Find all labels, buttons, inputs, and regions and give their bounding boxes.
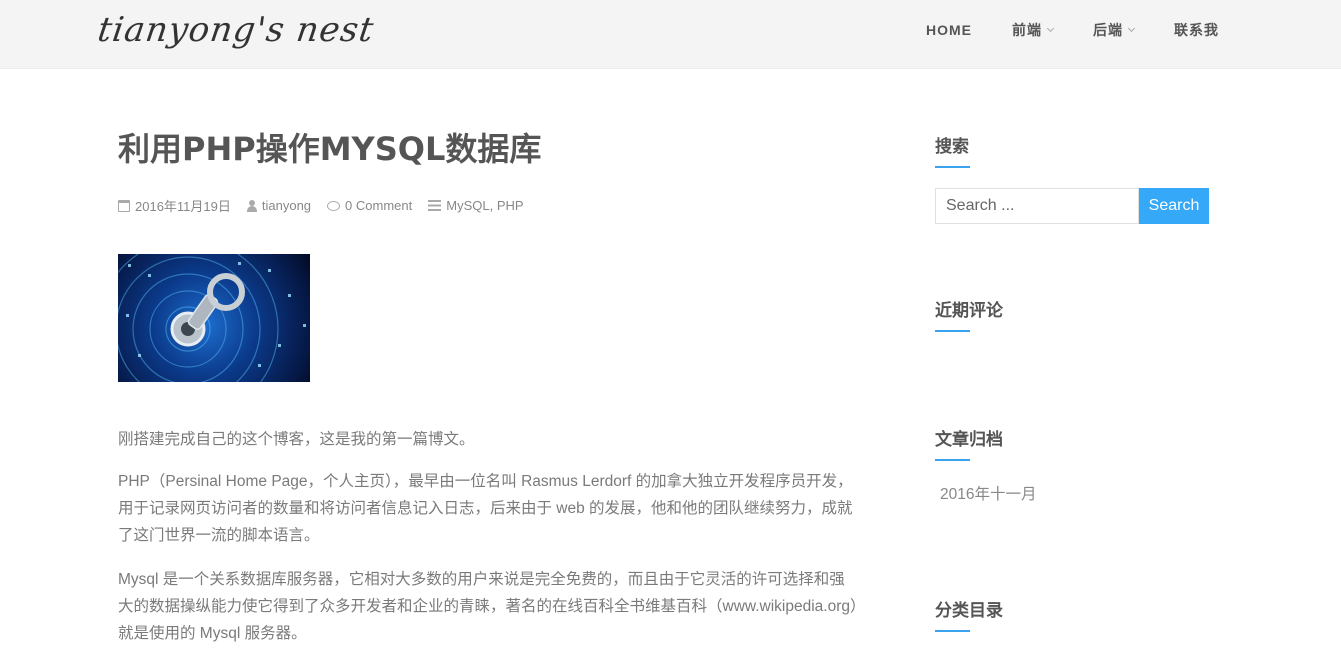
- post-paragraph: 刚搭建完成自己的这个博客，这是我的第一篇博文。: [118, 431, 475, 448]
- calendar-icon: [118, 199, 130, 212]
- post-paragraph: PHP（Persinal Home Page，个人主页），最早由一位名叫 Ras…: [118, 473, 853, 544]
- widget-title-underline: [935, 459, 970, 461]
- search-input[interactable]: [935, 188, 1139, 224]
- post-comments[interactable]: 0 Comment: [327, 198, 412, 213]
- archives-title: 文章归档: [935, 430, 1003, 449]
- nav-item-frontend[interactable]: 前端: [1012, 20, 1055, 40]
- search-button[interactable]: Search: [1139, 188, 1209, 224]
- categories-title: 分类目录: [935, 601, 1003, 620]
- nav-item-label: 联系我: [1174, 22, 1219, 38]
- site-header: tianyong's nest HOME 前端 后端 联系我: [0, 0, 1341, 69]
- post-paragraph: Mysql 是一个关系数据库服务器，它相对大多数的用户来说是完全免费的，而且由于…: [118, 571, 858, 642]
- chevron-down-icon: [1046, 24, 1055, 33]
- post-date[interactable]: 2016年11月19日: [118, 196, 231, 215]
- post-title[interactable]: 利用PHP操作MYSQL数据库: [118, 124, 541, 170]
- post-featured-image: [118, 254, 310, 382]
- nav-item-home[interactable]: HOME: [926, 20, 972, 40]
- post-meta: 2016年11月19日 tianyong 0 Comment MySQL, PH…: [118, 196, 540, 215]
- post-categories-label: MySQL, PHP: [446, 198, 524, 213]
- nav-item-label: 后端: [1093, 22, 1123, 38]
- search-widget-title: 搜索: [935, 137, 969, 156]
- nav-item-backend[interactable]: 后端: [1093, 20, 1136, 40]
- recent-comments-title: 近期评论: [935, 301, 1003, 320]
- post-date-label: 2016年11月19日: [135, 199, 231, 214]
- widget-title-underline: [935, 630, 970, 632]
- comment-icon: [327, 200, 341, 211]
- post-author[interactable]: tianyong: [246, 198, 312, 213]
- main-nav: HOME 前端 后端 联系我: [926, 20, 1219, 40]
- nav-item-label: HOME: [926, 22, 972, 38]
- list-icon: [428, 200, 442, 211]
- user-icon: [246, 199, 257, 212]
- site-logo[interactable]: tianyong's nest: [95, 10, 376, 50]
- widget-title-underline: [935, 330, 970, 332]
- post-categories[interactable]: MySQL, PHP: [428, 198, 524, 213]
- post-comments-label: 0 Comment: [345, 198, 413, 213]
- post-author-label: tianyong: [261, 198, 312, 213]
- widget-title-underline: [935, 166, 970, 168]
- nav-item-label: 前端: [1012, 22, 1042, 38]
- archive-link[interactable]: 2016年十一月: [940, 482, 1036, 504]
- chevron-down-icon: [1127, 24, 1136, 33]
- nav-item-contact[interactable]: 联系我: [1174, 20, 1219, 40]
